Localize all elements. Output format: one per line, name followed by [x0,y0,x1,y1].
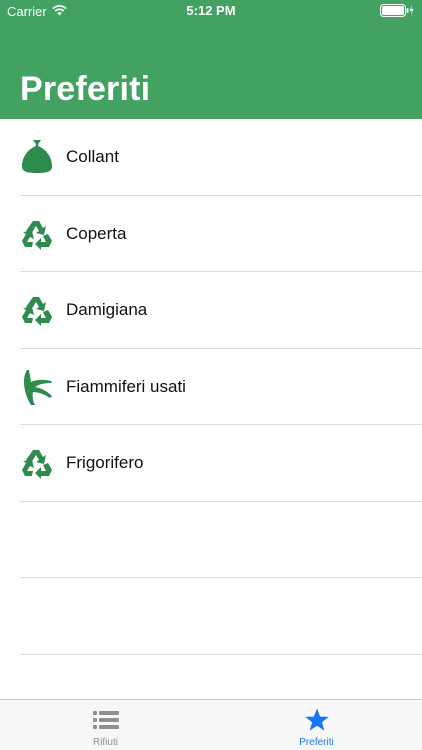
list-item-label: Collant [66,147,119,166]
banana-peel-icon [24,369,52,405]
status-time: 5:12 PM [186,3,236,18]
favorites-list: Collant Coperta Damigiana Fiammiferi usa… [0,119,422,655]
navigation-header: Carrier 5:12 PM Preferiti [0,0,422,119]
tab-label: Rifiuti [92,737,118,748]
list-item-label: Coperta [66,223,127,243]
recycle-icon [22,220,52,250]
star-icon [305,708,329,731]
list-item[interactable]: Fiammiferi usati [0,349,422,425]
row-divider [20,653,422,655]
tab-rifiuti[interactable]: Rifiuti [0,700,211,750]
list-item-label: Frigorifero [66,453,144,472]
list-item[interactable]: Collant [0,119,422,196]
tab-label: Preferiti [299,737,334,748]
list-item[interactable]: Frigorifero [0,425,422,502]
list-icon [93,711,119,729]
list-item[interactable]: Coperta [0,196,422,272]
list-item[interactable]: Damigiana [0,272,422,349]
page-title: Preferiti [20,70,151,108]
recycle-icon [22,450,52,479]
recycle-icon [22,297,52,326]
battery-icon [380,4,414,17]
tab-preferiti[interactable]: Preferiti [211,700,422,750]
empty-row [0,502,422,578]
status-bar: Carrier 5:12 PM [0,0,422,22]
bag-icon [22,140,52,173]
list-item-label: Damigiana [66,300,148,319]
tab-bar: Rifiuti Preferiti [0,699,422,750]
empty-row [0,578,422,655]
list-item-label: Fiammiferi usati [66,376,186,396]
